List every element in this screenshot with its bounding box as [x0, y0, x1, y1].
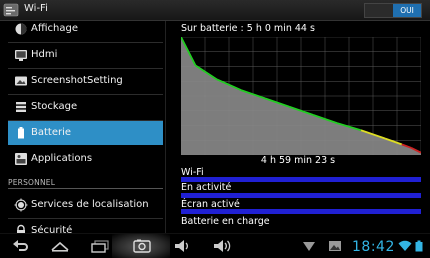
menu-item-securite[interactable]: Sécurité — [8, 219, 163, 233]
screenshot-icon[interactable] — [132, 238, 152, 254]
status-bar-awake — [181, 193, 421, 198]
home-icon[interactable] — [50, 238, 70, 254]
menu-item-label: ScreenshotSetting — [31, 75, 123, 86]
menu-item-affichage[interactable]: Affichage — [8, 21, 163, 41]
status-label-awake: En activité — [181, 182, 232, 193]
hdmi-icon — [15, 50, 27, 61]
display-icon — [15, 23, 27, 35]
menu-item-label: Services de localisation — [31, 199, 149, 210]
wifi-toggle[interactable]: OUI — [364, 3, 422, 18]
wifi-icon — [398, 240, 412, 251]
toggle-on-label: OUI — [393, 4, 421, 17]
settings-icon[interactable] — [3, 2, 19, 18]
menu-item-hdmi[interactable]: Hdmi — [8, 43, 163, 67]
on-battery-text: Sur batterie : 5 h 0 min 44 s — [181, 23, 315, 34]
apps-icon — [15, 153, 27, 165]
menu-item-label: Stockage — [31, 101, 78, 112]
menu-item-label: Sécurité — [31, 225, 73, 233]
menu-item-label: Affichage — [31, 23, 78, 34]
recent-apps-icon[interactable] — [90, 238, 110, 254]
system-bar: 18:42 — [0, 233, 430, 258]
lock-icon — [17, 224, 25, 233]
back-icon[interactable] — [10, 238, 30, 254]
section-header-personnel: PERSONNEL — [8, 178, 56, 187]
gallery-icon[interactable] — [328, 240, 342, 252]
notification-icon[interactable] — [302, 240, 316, 252]
battery-detail-pane: Sur batterie : 5 h 0 min 44 s 4 h 59 min… — [166, 21, 430, 233]
storage-icon — [16, 102, 26, 112]
location-icon — [14, 198, 28, 212]
clock: 18:42 — [352, 239, 395, 255]
battery-icon — [18, 127, 24, 139]
menu-item-label: Hdmi — [31, 49, 58, 60]
volume-down-icon[interactable] — [172, 238, 192, 254]
battery-history-chart — [181, 37, 421, 155]
menu-item-label: Batterie — [31, 127, 72, 138]
menu-item-stockage[interactable]: Stockage — [8, 95, 163, 119]
battery-status-icon — [415, 240, 423, 252]
action-bar: Wi-Fi OUI — [0, 0, 430, 21]
menu-item-screenshotsetting[interactable]: ScreenshotSetting — [8, 69, 163, 93]
settings-menu: Affichage Hdmi ScreenshotSetting Stockag… — [0, 21, 165, 233]
section-divider — [8, 188, 163, 189]
page-title: Wi-Fi — [24, 3, 48, 14]
status-label-charging: Batterie en charge — [181, 216, 270, 227]
volume-up-icon[interactable] — [212, 238, 232, 254]
elapsed-time-text: 4 h 59 min 23 s — [260, 155, 336, 166]
menu-item-applications[interactable]: Applications — [8, 147, 163, 171]
menu-item-label: Applications — [31, 153, 93, 164]
screenshot-icon — [15, 76, 27, 86]
status-bar-screen-on — [181, 209, 421, 214]
menu-item-batterie[interactable]: Batterie — [8, 121, 163, 145]
menu-item-location-services[interactable]: Services de localisation — [8, 193, 163, 217]
